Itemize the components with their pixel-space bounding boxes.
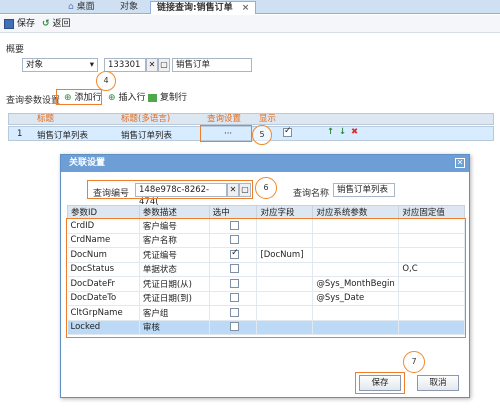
chevron-down-icon: ▾ [89,60,94,70]
row-title-ml: 销售订单列表 [121,131,173,141]
copy-row-label: 复制行 [160,93,188,103]
dialog-title-text: 关联设置 [69,158,106,168]
cancel-button[interactable]: 取消 [417,375,459,391]
copy-icon [148,94,157,102]
col-selected: 选中 [208,205,258,219]
callout-5: 5 [252,125,272,145]
highlight-add-row [56,89,102,105]
tab-label: 桌面 [76,2,95,12]
row-index: 1 [17,129,23,139]
col-sys-param: 对应系统参数 [312,205,400,219]
query-name-label: 查询名称 [293,189,330,199]
col-field: 对应字段 [256,205,314,219]
object-code-field[interactable]: 133301 [104,58,146,72]
save-button[interactable]: 保存 [4,17,35,31]
copy-row-button[interactable]: 复制行 [148,91,187,105]
object-name-field[interactable]: 销售订单 [172,58,252,72]
move-down-icon[interactable]: ↓ [339,127,346,137]
save-label: 保存 [17,19,36,29]
highlight-save [355,372,405,394]
object-type-value: 对象 [26,60,44,70]
params-header-row: 参数ID 参数描述 选中 对应字段 对应系统参数 对应固定值 [67,205,465,219]
row-title: 销售订单列表 [37,131,89,141]
tab-object[interactable]: 对象 [114,1,144,14]
col-query-setting: 查询设置 [207,114,242,124]
insert-row-button[interactable]: ⊕ 插入行 [108,91,146,105]
query-name-field[interactable]: 销售订单列表 [333,183,395,197]
col-title: 标题 [37,114,55,124]
col-title-ml: 标题(多语言) [121,114,171,124]
col-param-desc: 参数描述 [138,205,210,219]
tab-label: 对象 [120,2,139,12]
move-up-icon[interactable]: ↑ [327,127,334,137]
col-param-id: 参数ID [67,205,140,219]
back-label: 返回 [52,19,71,29]
back-button[interactable]: ↺ 返回 [42,17,71,31]
save-icon [4,19,14,29]
toolbar: 保存 ↺ 返回 [0,15,500,33]
tab-label: 链接查询:销售订单 [157,3,233,13]
clear-icon[interactable]: ✕ [146,58,158,72]
query-params-heading: 查询参数设置 [6,96,61,106]
tab-link-query[interactable]: 链接查询:销售订单 × [150,1,257,14]
callout-6: 6 [255,177,277,199]
insert-row-label: 插入行 [118,93,146,103]
tab-bar: ⌂ 桌面 对象 链接查询:销售订单 × [0,0,500,14]
display-checkbox[interactable] [283,126,292,137]
highlight-query-setting [200,125,252,142]
dialog-title: 关联设置 ✕ [61,155,469,172]
back-icon: ↺ [42,19,50,29]
col-display: 显示 [259,114,277,124]
insert-icon: ⊕ [108,93,116,103]
link-settings-dialog: 关联设置 ✕ 查询编号 148e978c-8262-474( ✕ ▢ 6 查询名… [60,154,470,398]
close-icon[interactable]: ✕ [455,158,465,168]
highlight-params [66,218,466,338]
summary-heading: 概要 [6,45,25,55]
callout-7: 7 [403,351,425,373]
object-type-select[interactable]: 对象 ▾ [22,58,98,72]
tab-desktop[interactable]: ⌂ 桌面 [62,1,101,14]
home-icon: ⌂ [68,2,74,12]
close-icon[interactable]: × [242,3,250,13]
delete-icon[interactable]: ✖ [351,127,358,137]
highlight-query-code [87,180,253,199]
col-fixed-value: 对应固定值 [398,205,465,219]
callout-4: 4 [96,71,116,91]
main-grid-header: 标题 标题(多语言) 查询设置 显示 [8,113,494,125]
lookup-icon[interactable]: ▢ [158,58,170,72]
